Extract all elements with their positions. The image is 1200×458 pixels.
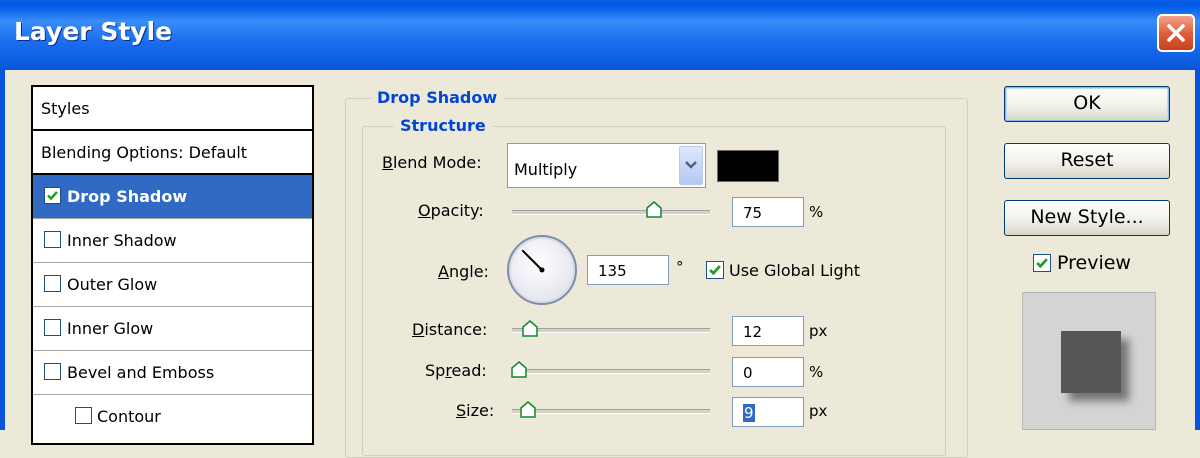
size-label: Size:: [456, 401, 494, 420]
ok-button[interactable]: OK: [1004, 86, 1170, 122]
inner-glow-checkbox[interactable]: [44, 319, 61, 336]
blend-mode-value: Multiply: [514, 160, 578, 179]
spread-slider-thumb[interactable]: [510, 361, 528, 379]
new-style-button[interactable]: New Style...: [1004, 200, 1170, 236]
blending-options-item[interactable]: Blending Options: Default: [33, 131, 312, 175]
window-border-right: [1195, 70, 1200, 430]
use-global-light-label[interactable]: Use Global Light: [729, 261, 860, 280]
blend-mode-select[interactable]: Multiply: [507, 143, 706, 188]
opacity-unit: %: [809, 203, 824, 221]
angle-dial-needle: [521, 249, 545, 273]
style-item-label: Contour: [97, 407, 161, 426]
window-border-left: [0, 70, 5, 430]
blend-mode-mnemonic: B: [382, 153, 393, 172]
opacity-slider-track[interactable]: [512, 210, 710, 215]
spread-label-rest: ead:: [451, 361, 487, 380]
spread-label-start: Sp: [425, 361, 446, 380]
drop-shadow-group-title: Drop Shadow: [371, 88, 504, 107]
size-value: 9: [743, 404, 755, 422]
angle-mnemonic: A: [438, 262, 449, 281]
preview-label[interactable]: Preview: [1057, 252, 1131, 274]
style-item-inner-glow[interactable]: Inner Glow: [33, 307, 312, 351]
styles-list-header[interactable]: Styles: [33, 87, 312, 131]
style-item-label: Inner Shadow: [67, 231, 177, 250]
size-slider-track[interactable]: [512, 409, 710, 414]
close-icon: [1167, 24, 1185, 42]
title-bar: Layer Style: [0, 0, 1200, 70]
angle-input[interactable]: 135: [587, 255, 669, 285]
preview-checkbox[interactable]: [1033, 254, 1051, 272]
inner-shadow-checkbox[interactable]: [44, 231, 61, 248]
distance-mnemonic: D: [412, 320, 425, 339]
preview-square: [1061, 331, 1121, 393]
spread-unit: %: [809, 363, 824, 381]
opacity-value: 75: [743, 204, 763, 222]
distance-value: 12: [743, 323, 763, 341]
check-icon: [709, 265, 721, 276]
spread-value: 0: [743, 364, 753, 382]
drop-shadow-checkbox[interactable]: [44, 187, 61, 204]
opacity-mnemonic: O: [418, 201, 431, 220]
distance-input[interactable]: 12: [732, 316, 804, 346]
style-item-inner-shadow[interactable]: Inner Shadow: [33, 219, 312, 263]
outer-glow-checkbox[interactable]: [44, 275, 61, 292]
style-item-label: Inner Glow: [67, 319, 154, 338]
distance-label: Distance:: [412, 320, 487, 339]
styles-list: Styles Blending Options: Default Drop Sh…: [31, 85, 314, 445]
opacity-label-rest: pacity:: [430, 201, 484, 220]
style-item-contour[interactable]: Contour: [33, 395, 312, 439]
size-mnemonic: S: [456, 401, 467, 420]
size-input[interactable]: 9: [732, 397, 804, 427]
style-item-label: Bevel and Emboss: [67, 363, 215, 382]
style-item-outer-glow[interactable]: Outer Glow: [33, 263, 312, 307]
blend-mode-label-rest: lend Mode:: [392, 153, 482, 172]
shadow-color-swatch[interactable]: [717, 150, 779, 182]
opacity-input[interactable]: 75: [732, 197, 804, 227]
chevron-down-icon: [685, 161, 697, 169]
style-item-label: Drop Shadow: [67, 187, 188, 206]
check-icon: [1036, 258, 1048, 269]
size-label-rest: ize:: [466, 401, 495, 420]
angle-value: 135: [598, 262, 627, 280]
styles-header-label: Styles: [41, 99, 90, 118]
spread-label: Spread:: [425, 361, 487, 380]
angle-label-rest: ngle:: [448, 262, 489, 281]
size-slider-thumb[interactable]: [519, 401, 537, 419]
spread-slider-track[interactable]: [512, 369, 710, 374]
spread-input[interactable]: 0: [732, 357, 804, 387]
close-button[interactable]: [1157, 14, 1195, 52]
blend-mode-dropdown-button[interactable]: [679, 146, 703, 185]
style-item-label: Outer Glow: [67, 275, 158, 294]
angle-unit: °: [676, 258, 684, 276]
opacity-slider-thumb[interactable]: [645, 201, 663, 219]
angle-label: Angle:: [438, 262, 489, 281]
opacity-label: Opacity:: [418, 201, 484, 220]
contour-checkbox[interactable]: [75, 407, 92, 424]
style-item-drop-shadow[interactable]: Drop Shadow: [33, 175, 312, 219]
angle-dial[interactable]: [507, 235, 577, 305]
structure-group-title: Structure: [394, 116, 492, 135]
style-item-bevel-emboss[interactable]: Bevel and Emboss: [33, 351, 312, 395]
bevel-emboss-checkbox[interactable]: [44, 363, 61, 380]
window-title: Layer Style: [14, 17, 173, 46]
distance-slider-thumb[interactable]: [521, 320, 539, 338]
size-unit: px: [809, 402, 828, 420]
blending-options-label: Blending Options: Default: [41, 143, 248, 162]
preview-thumbnail: [1022, 292, 1156, 430]
reset-button[interactable]: Reset: [1004, 143, 1170, 179]
use-global-light-checkbox[interactable]: [706, 261, 724, 279]
distance-label-rest: istance:: [424, 320, 488, 339]
blend-mode-label: Blend Mode:: [382, 153, 482, 172]
distance-slider-track[interactable]: [512, 328, 710, 333]
distance-unit: px: [809, 322, 828, 340]
check-icon: [47, 191, 58, 201]
